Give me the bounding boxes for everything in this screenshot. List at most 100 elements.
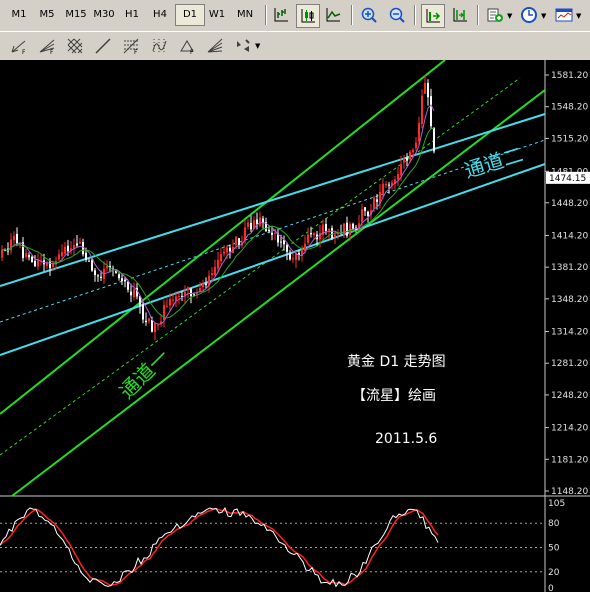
candle-body xyxy=(424,82,426,94)
candlestick-icon[interactable] xyxy=(296,4,320,28)
candle-body xyxy=(343,223,345,235)
line-chart-icon[interactable] xyxy=(322,4,344,26)
candle-body xyxy=(1,249,3,258)
candle-body xyxy=(64,246,66,254)
candle-body xyxy=(97,275,99,277)
arrows-icon[interactable] xyxy=(232,35,254,57)
gann-fan-icon[interactable] xyxy=(204,35,226,57)
chart-shift-icon[interactable] xyxy=(421,4,445,28)
timeframe-d1[interactable]: D1 xyxy=(175,4,205,26)
candle-body xyxy=(235,236,237,246)
candle-body xyxy=(205,283,207,286)
timeframe-h4[interactable]: H4 xyxy=(146,5,174,25)
candle-body xyxy=(172,299,174,301)
price-tick-label: 1548.20 xyxy=(551,103,588,113)
andrews-pitchfork-icon[interactable]: F xyxy=(8,35,30,57)
stoch-tick-label: 105 xyxy=(548,499,565,509)
templates-icon[interactable] xyxy=(553,4,575,26)
ma-fast-line xyxy=(1,104,435,325)
stoch-tick-label: 20 xyxy=(548,568,560,578)
auto-scroll-icon[interactable] xyxy=(449,4,471,26)
candle-body xyxy=(412,149,414,153)
candle-body xyxy=(220,253,222,262)
svg-text:F: F xyxy=(190,49,194,55)
separator xyxy=(477,5,479,25)
candle-body xyxy=(289,253,291,260)
periods-icon[interactable] xyxy=(518,4,540,26)
triangle-icon[interactable]: F xyxy=(176,35,198,57)
candle-body xyxy=(37,260,39,267)
candle-body xyxy=(373,197,375,209)
price-tick-label: 1314.20 xyxy=(551,328,588,338)
candle-body xyxy=(247,222,249,227)
timeframe-mn[interactable]: MN xyxy=(231,5,259,25)
fibo-fan-icon[interactable]: F xyxy=(36,35,58,57)
zoom-out-icon[interactable] xyxy=(386,4,408,26)
candle-body xyxy=(409,151,411,160)
candle-body xyxy=(307,234,309,243)
candle-body xyxy=(274,232,276,234)
svg-text:F: F xyxy=(22,49,26,55)
channel2-label: 通道二 xyxy=(461,142,525,182)
candle-body xyxy=(367,211,369,216)
chart-canvas[interactable]: 1581.201548.201515.201481.001448.201414.… xyxy=(0,60,590,592)
candle-body xyxy=(388,184,390,186)
indicators-icon[interactable] xyxy=(484,4,506,26)
candle-body xyxy=(58,254,60,260)
candle-body xyxy=(376,199,378,202)
price-tick-label: 1381.20 xyxy=(551,263,588,273)
candle-body xyxy=(259,217,261,226)
candle-body xyxy=(250,223,252,230)
ma-slow-line xyxy=(1,127,435,319)
candle-body xyxy=(175,296,177,301)
candle-body xyxy=(310,233,312,235)
timeframe-h1[interactable]: H1 xyxy=(118,5,146,25)
timeframe-m1[interactable]: M1 xyxy=(5,5,33,25)
candle-body xyxy=(430,96,432,127)
candle-body xyxy=(427,82,429,98)
candle-body xyxy=(334,234,336,237)
candle-body xyxy=(145,320,147,323)
zoom-in-icon[interactable] xyxy=(358,4,380,26)
candle-body xyxy=(325,224,327,231)
candle-body xyxy=(169,299,171,306)
candle-body xyxy=(100,276,102,278)
candle-body xyxy=(28,254,30,258)
candle-body xyxy=(214,266,216,276)
price-tick-label: 1348.20 xyxy=(551,295,588,305)
candle-body xyxy=(142,304,144,320)
candle-body xyxy=(406,157,408,161)
separator xyxy=(414,5,416,25)
separator xyxy=(351,5,353,25)
bar-chart-icon[interactable] xyxy=(270,4,292,26)
chevron-down-icon[interactable]: ▼ xyxy=(541,12,546,20)
chevron-down-icon[interactable]: ▼ xyxy=(255,42,260,50)
price-tick-label: 1448.20 xyxy=(551,199,588,209)
price-tick-label: 1414.20 xyxy=(551,231,588,241)
candle-body xyxy=(364,207,366,211)
trading-terminal: M1 M5 M15 M30 H1 H4 D1 W1 MN ▼ ▼ ▼ F F F… xyxy=(0,0,590,592)
gann-grid-icon[interactable] xyxy=(64,35,86,57)
price-chart[interactable]: 1581.201548.201515.201481.001448.201414.… xyxy=(0,60,590,592)
separator xyxy=(265,5,267,25)
candle-body xyxy=(190,289,192,297)
chevron-down-icon[interactable]: ▼ xyxy=(576,12,581,20)
timeframe-m15[interactable]: M15 xyxy=(62,5,90,25)
timeframe-m5[interactable]: M5 xyxy=(33,5,61,25)
timeframe-m30[interactable]: M30 xyxy=(90,5,118,25)
timeframe-toolbar: M1 M5 M15 M30 H1 H4 D1 W1 MN ▼ ▼ ▼ xyxy=(0,0,590,32)
candle-body xyxy=(415,142,417,149)
chevron-down-icon[interactable]: ▼ xyxy=(507,12,512,20)
timeframe-w1[interactable]: W1 xyxy=(203,5,231,25)
candle-body xyxy=(202,283,204,288)
gann-line-icon[interactable] xyxy=(92,35,114,57)
cycle-lines-icon[interactable] xyxy=(148,35,170,57)
chart-title: 黄金 D1 走势图 xyxy=(347,353,446,370)
candle-body xyxy=(193,294,195,296)
candle-body xyxy=(346,222,348,236)
candle-body xyxy=(85,252,87,261)
price-tick-label: 1515.20 xyxy=(551,134,588,144)
svg-text:F: F xyxy=(50,49,54,55)
fibo-retracement-icon[interactable]: F xyxy=(120,35,142,57)
price-tick-label: 1281.20 xyxy=(551,359,588,369)
